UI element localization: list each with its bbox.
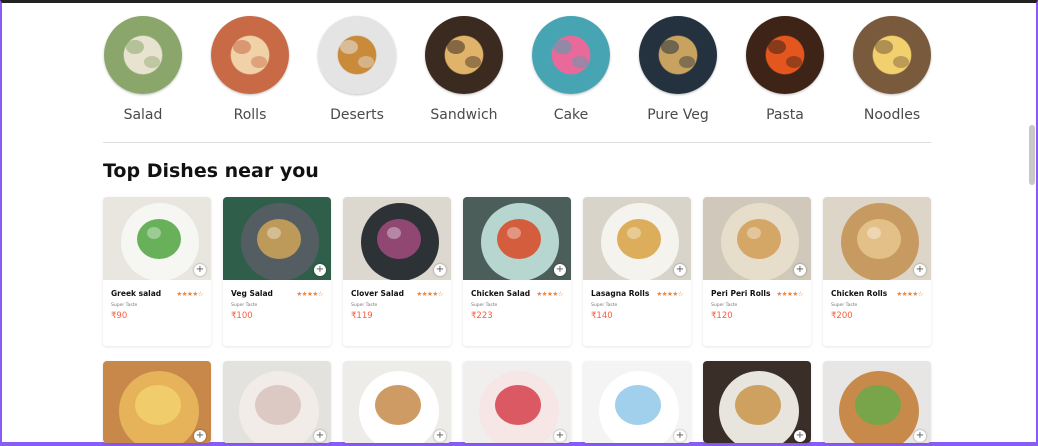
dish-card[interactable]: + Greek salad ★★★★☆ Super Taste ₹90 <box>103 197 211 346</box>
rating-stars-icon: ★★★★☆ <box>536 289 563 298</box>
add-to-cart-button[interactable]: + <box>914 264 926 276</box>
noodles-icon <box>853 16 931 94</box>
dish-card[interactable]: + Chicken Salad ★★★★☆ Super Taste ₹223 <box>463 197 571 346</box>
add-to-cart-button[interactable]: + <box>794 264 806 276</box>
dish-card[interactable]: + <box>463 361 571 443</box>
dish-image: + <box>103 361 211 443</box>
add-to-cart-button[interactable]: + <box>314 264 326 276</box>
section-title: Top Dishes near you <box>103 160 319 182</box>
dish-image: + <box>823 361 931 443</box>
category-label: Noodles <box>863 107 921 123</box>
category-item-salad[interactable]: Salad <box>103 16 183 123</box>
add-to-cart-button[interactable]: + <box>554 430 566 442</box>
restaurant-name: Super Taste <box>111 303 138 308</box>
dish-card[interactable]: + <box>823 361 931 443</box>
dish-image: + <box>703 197 811 280</box>
dish-card[interactable]: + <box>223 361 331 443</box>
category-item-pasta[interactable]: Pasta <box>745 16 825 123</box>
dish-image: + <box>703 361 811 443</box>
dish-card[interactable]: + Peri Peri Rolls ★★★★☆ Super Taste ₹120 <box>703 197 811 346</box>
dish-image: + <box>463 361 571 443</box>
dish-name: Peri Peri Rolls <box>711 289 771 298</box>
rating-stars-icon: ★★★★☆ <box>656 289 683 298</box>
add-to-cart-button[interactable]: + <box>194 430 206 442</box>
dish-price: ₹140 <box>591 311 613 321</box>
add-to-cart-button[interactable]: + <box>794 430 806 442</box>
rating-stars-icon: ★★★★☆ <box>296 289 323 298</box>
dish-card[interactable]: + <box>343 361 451 443</box>
restaurant-name: Super Taste <box>711 303 738 308</box>
dish-name: Lasagna Rolls <box>591 289 650 298</box>
dish-card[interactable]: + <box>103 361 211 443</box>
rating-stars-icon: ★★★★☆ <box>176 289 203 298</box>
dish-name: Greek salad <box>111 289 162 298</box>
waffle-icon <box>318 16 396 94</box>
category-label: Salad <box>123 107 163 123</box>
dish-image: + <box>223 361 331 443</box>
dish-name: Chicken Rolls <box>831 289 888 298</box>
cake-icon <box>532 16 610 94</box>
category-label: Pure Veg <box>647 107 709 123</box>
category-item-pure-veg[interactable]: Pure Veg <box>638 16 718 123</box>
add-to-cart-button[interactable]: + <box>434 430 446 442</box>
dish-image: + <box>343 197 451 280</box>
dish-price: ₹120 <box>711 311 733 321</box>
add-to-cart-button[interactable]: + <box>554 264 566 276</box>
category-item-deserts[interactable]: Deserts <box>317 16 397 123</box>
salad-icon <box>104 16 182 94</box>
add-to-cart-button[interactable]: + <box>914 430 926 442</box>
dish-name: Veg Salad <box>231 289 273 298</box>
dish-price: ₹223 <box>471 311 493 321</box>
add-to-cart-button[interactable]: + <box>674 264 686 276</box>
dish-card[interactable]: + <box>583 361 691 443</box>
dish-price: ₹90 <box>111 311 128 321</box>
page-scrollbar[interactable] <box>1029 3 1035 440</box>
dish-price: ₹200 <box>831 311 853 321</box>
dish-price: ₹100 <box>231 311 253 321</box>
category-label: Cake <box>553 107 589 123</box>
dish-name: Clover Salad <box>351 289 404 298</box>
restaurant-name: Super Taste <box>591 303 618 308</box>
dish-price: ₹119 <box>351 311 373 321</box>
category-label: Pasta <box>766 107 804 123</box>
dish-image: + <box>343 361 451 443</box>
dish-image: + <box>823 197 931 280</box>
dish-card[interactable]: + <box>703 361 811 443</box>
add-to-cart-button[interactable]: + <box>674 430 686 442</box>
dish-image: + <box>583 197 691 280</box>
add-to-cart-button[interactable]: + <box>434 264 446 276</box>
restaurant-name: Super Taste <box>231 303 258 308</box>
dish-image: + <box>463 197 571 280</box>
category-item-cake[interactable]: Cake <box>531 16 611 123</box>
dish-card[interactable]: + Chicken Rolls ★★★★☆ Super Taste ₹200 <box>823 197 931 346</box>
rating-stars-icon: ★★★★☆ <box>776 289 803 298</box>
scrollbar-thumb[interactable] <box>1029 125 1035 185</box>
category-item-sandwich[interactable]: Sandwich <box>424 16 504 123</box>
restaurant-name: Super Taste <box>351 303 378 308</box>
dish-image: + <box>103 197 211 280</box>
rating-stars-icon: ★★★★☆ <box>416 289 443 298</box>
section-divider <box>103 142 931 143</box>
category-label: Rolls <box>233 107 267 123</box>
veg-plate-icon <box>639 16 717 94</box>
dish-name: Chicken Salad <box>471 289 531 298</box>
rating-stars-icon: ★★★★☆ <box>896 289 923 298</box>
dish-image: + <box>223 197 331 280</box>
pasta-icon <box>746 16 824 94</box>
dish-image: + <box>583 361 691 443</box>
rolls-icon <box>211 16 289 94</box>
dish-card[interactable]: + Lasagna Rolls ★★★★☆ Super Taste ₹140 <box>583 197 691 346</box>
sandwich-icon <box>425 16 503 94</box>
category-menu: Salad Rolls Deserts Sandwich Cake Pure Veg Pas… <box>103 16 933 126</box>
restaurant-name: Super Taste <box>471 303 498 308</box>
restaurant-name: Super Taste <box>831 303 858 308</box>
add-to-cart-button[interactable]: + <box>314 430 326 442</box>
dish-card[interactable]: + Veg Salad ★★★★☆ Super Taste ₹100 <box>223 197 331 346</box>
category-item-noodles[interactable]: Noodles <box>852 16 932 123</box>
category-item-rolls[interactable]: Rolls <box>210 16 290 123</box>
add-to-cart-button[interactable]: + <box>194 264 206 276</box>
category-label: Sandwich <box>430 107 498 123</box>
dish-card[interactable]: + Clover Salad ★★★★☆ Super Taste ₹119 <box>343 197 451 346</box>
category-label: Deserts <box>330 107 384 123</box>
